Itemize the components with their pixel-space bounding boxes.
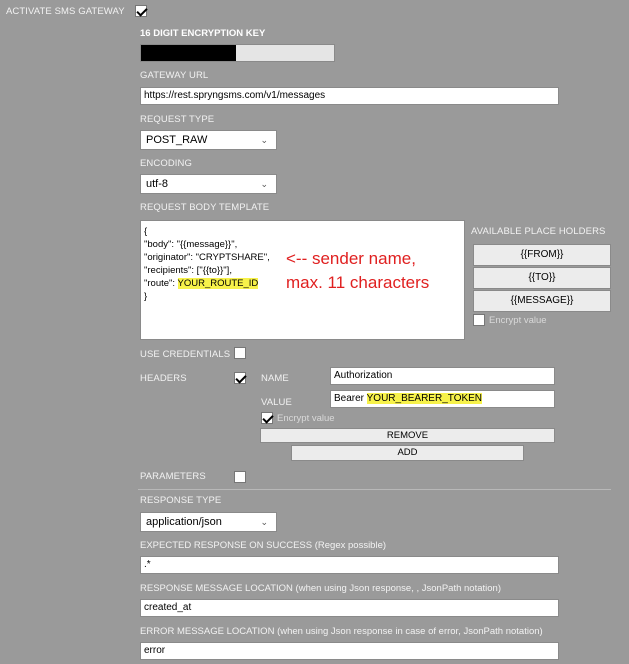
placeholder-to-button[interactable]: {{TO}} — [473, 267, 611, 289]
route-id-placeholder: YOUR_ROUTE_ID — [177, 278, 259, 289]
placeholder-encrypt-label: Encrypt value — [489, 315, 547, 326]
gateway-url-label: GATEWAY URL — [140, 70, 209, 81]
gateway-url-input[interactable]: https://rest.spryngsms.com/v1/messages — [140, 87, 559, 105]
response-type-value: application/json — [146, 516, 222, 528]
parameters-label: PARAMETERS — [140, 471, 206, 482]
response-message-location-label: RESPONSE MESSAGE LOCATION (when using Js… — [140, 583, 501, 594]
header-value-input[interactable]: Bearer YOUR_BEARER_TOKEN — [330, 390, 555, 408]
template-line: { — [144, 226, 148, 237]
use-credentials-label: USE CREDENTIALS — [140, 349, 231, 360]
response-type-label: RESPONSE TYPE — [140, 495, 222, 506]
header-encrypt-checkbox[interactable] — [261, 412, 273, 424]
activate-sms-gateway-checkbox[interactable] — [135, 5, 147, 17]
remove-header-button[interactable]: REMOVE — [260, 428, 555, 443]
header-value-prefix: Bearer — [334, 393, 367, 404]
encoding-value: utf-8 — [146, 178, 169, 190]
header-name-label: NAME — [261, 373, 289, 384]
headers-label: HEADERS — [140, 373, 187, 384]
response-message-location-input[interactable]: created_at — [140, 599, 559, 617]
header-encrypt-label: Encrypt value — [277, 413, 335, 424]
headers-checkbox[interactable] — [234, 372, 246, 384]
placeholder-encrypt-checkbox[interactable] — [473, 314, 485, 326]
request-type-select[interactable]: POST_RAW ⌄ — [140, 130, 277, 150]
sender-name-annotation: <-- sender name, — [286, 249, 416, 268]
expected-response-label: EXPECTED RESPONSE ON SUCCESS (Regex poss… — [140, 540, 387, 551]
use-credentials-checkbox[interactable] — [234, 347, 246, 359]
request-type-value: POST_RAW — [146, 134, 208, 146]
parameters-checkbox[interactable] — [234, 471, 246, 483]
header-value-label: VALUE — [261, 397, 292, 408]
template-line: "route": — [144, 278, 178, 289]
expected-response-input[interactable]: .* — [140, 556, 559, 574]
placeholder-from-button[interactable]: {{FROM}} — [473, 244, 611, 266]
chevron-down-icon: ⌄ — [260, 517, 268, 527]
chevron-down-icon: ⌄ — [260, 135, 268, 145]
error-message-location-label: ERROR MESSAGE LOCATION (when using Json … — [140, 626, 543, 637]
encoding-select[interactable]: utf-8 ⌄ — [140, 174, 277, 194]
encryption-key-field[interactable] — [140, 44, 335, 62]
chevron-down-icon: ⌄ — [260, 179, 268, 189]
request-body-template-label: REQUEST BODY TEMPLATE — [140, 202, 270, 213]
masked-key-value — [141, 45, 236, 61]
section-divider — [138, 489, 611, 490]
available-placeholders-label: AVAILABLE PLACE HOLDERS — [471, 226, 606, 237]
bearer-token-placeholder: YOUR_BEARER_TOKEN — [366, 393, 483, 404]
encryption-key-label: 16 DIGIT ENCRYPTION KEY — [140, 28, 266, 39]
error-message-location-input[interactable]: error — [140, 642, 559, 660]
request-type-label: REQUEST TYPE — [140, 114, 215, 125]
max-characters-annotation: max. 11 characters — [286, 273, 430, 292]
add-header-button[interactable]: ADD — [291, 445, 524, 461]
activate-sms-gateway-label: ACTIVATE SMS GATEWAY — [6, 6, 125, 17]
placeholder-message-button[interactable]: {{MESSAGE}} — [473, 290, 611, 312]
header-name-input[interactable]: Authorization — [330, 367, 555, 385]
encoding-label: ENCODING — [140, 158, 192, 169]
response-type-select[interactable]: application/json ⌄ — [140, 512, 277, 532]
